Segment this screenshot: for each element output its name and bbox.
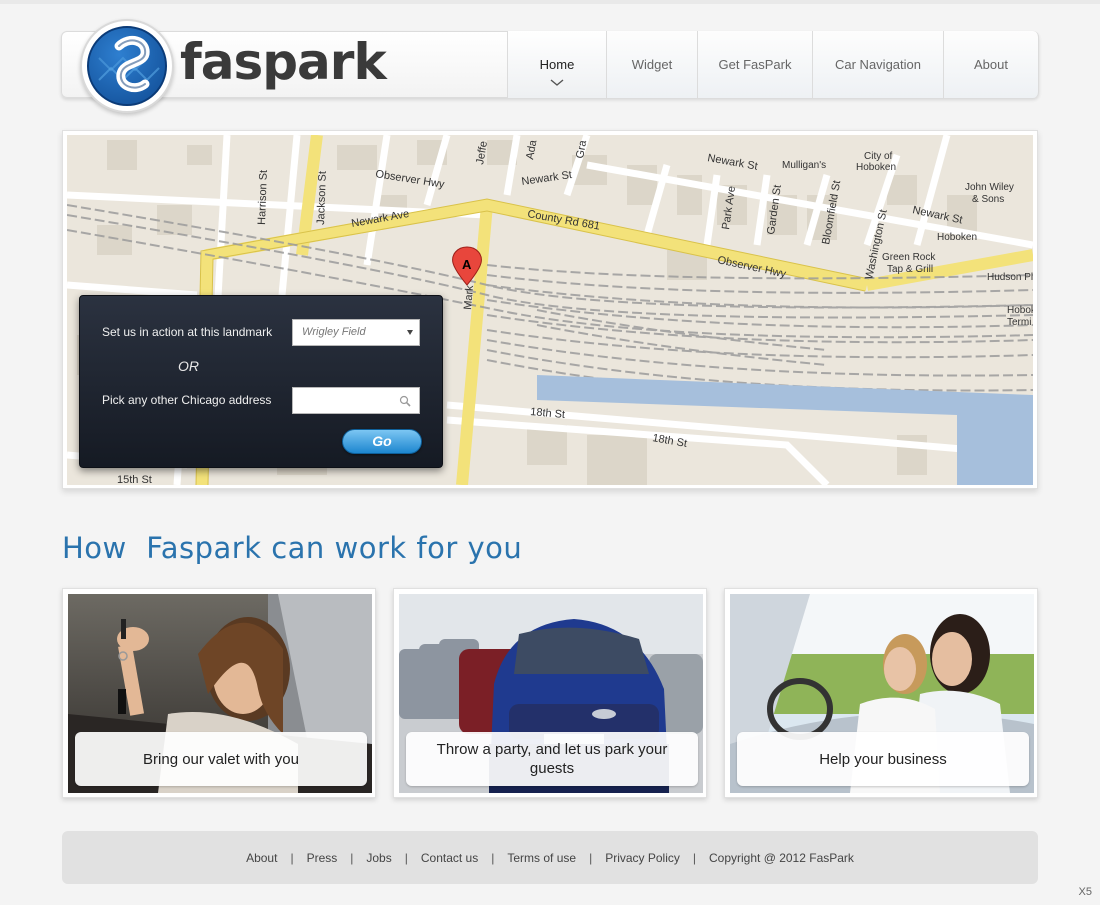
footer-separator: | (692, 850, 696, 865)
footer-separator: | (404, 850, 408, 865)
svg-text:Green Rock: Green Rock (882, 252, 936, 263)
card-valet-caption: Bring our valet with you (75, 732, 367, 786)
nav-car-navigation-label: Car Navigation (835, 57, 921, 72)
nav-get-faspark-label: Get FasPark (718, 57, 792, 72)
card-business-caption: Help your business (737, 732, 1029, 786)
nav-home[interactable]: Home (507, 31, 606, 98)
svg-text:Tap & Grill: Tap & Grill (887, 264, 933, 275)
svg-text:Termi: Termi (1007, 317, 1031, 328)
footer-separator: | (589, 850, 593, 865)
footer-jobs-link[interactable]: Jobs (366, 851, 391, 865)
svg-text:City of: City of (864, 151, 893, 162)
footer-separator: | (290, 850, 294, 865)
footer-contact-link[interactable]: Contact us (421, 851, 478, 865)
faspark-logo[interactable] (80, 19, 174, 113)
card-party[interactable]: Throw a party, and let us park your gues… (393, 588, 707, 798)
go-button[interactable]: Go (342, 429, 422, 454)
address-input[interactable] (292, 387, 420, 414)
footer-terms-link[interactable]: Terms of use (507, 851, 576, 865)
section-title: How Faspark can work for you (62, 531, 523, 565)
nav-car-navigation[interactable]: Car Navigation (812, 31, 943, 98)
footer-about-link[interactable]: About (246, 851, 277, 865)
svg-text:Mark: Mark (462, 284, 476, 310)
footer-copyright: Copyright @ 2012 FasPark (709, 850, 854, 865)
parking-finder-panel: Set us in action at this landmark Wrigle… (79, 295, 443, 468)
footer-privacy-link[interactable]: Privacy Policy (605, 851, 680, 865)
main-nav: Home Widget Get FasPark Car Navigation A… (507, 31, 1039, 98)
nav-widget-label: Widget (631, 57, 673, 72)
svg-text:& Sons: & Sons (972, 194, 1004, 205)
address-label: Pick any other Chicago address (102, 393, 272, 407)
footer-separator: | (350, 850, 354, 865)
logo-emblem-icon (87, 26, 167, 106)
svg-text:Hobok: Hobok (1007, 305, 1033, 316)
nav-home-label: Home (539, 57, 575, 72)
nav-widget[interactable]: Widget (606, 31, 697, 98)
search-icon[interactable] (399, 395, 411, 407)
card-business[interactable]: Help your business (724, 588, 1038, 798)
svg-text:A: A (462, 257, 472, 272)
card-party-caption: Throw a party, and let us park your gues… (406, 732, 698, 786)
svg-text:Jackson St: Jackson St (315, 171, 329, 225)
card-valet[interactable]: Bring our valet with you (62, 588, 376, 798)
svg-text:Harrison St: Harrison St (256, 170, 270, 225)
dropdown-arrow-icon (407, 330, 413, 335)
svg-text:Mulligan's: Mulligan's (782, 160, 826, 171)
nav-about-label: About (974, 57, 1008, 72)
nav-get-faspark[interactable]: Get FasPark (697, 31, 812, 98)
landmark-label: Set us in action at this landmark (102, 325, 273, 339)
brand-wordmark[interactable]: faspark (180, 32, 387, 92)
or-divider: OR (178, 358, 199, 374)
footer-press-link[interactable]: Press (307, 851, 338, 865)
svg-text:John Wiley: John Wiley (965, 182, 1014, 193)
top-strip (0, 0, 1100, 4)
nav-about[interactable]: About (943, 31, 1039, 98)
svg-text:15th St: 15th St (117, 474, 152, 485)
svg-text:Hoboken: Hoboken (937, 232, 977, 243)
footer-separator: | (491, 850, 495, 865)
landmark-select[interactable]: Wrigley Field (292, 319, 420, 346)
footer: About | Press | Jobs | Contact us | Term… (62, 831, 1038, 884)
svg-text:Hudson Pl: Hudson Pl (987, 272, 1033, 283)
corner-badge: X5 (1078, 886, 1092, 898)
landmark-select-value: Wrigley Field (302, 326, 366, 338)
chevron-down-icon (550, 79, 564, 86)
svg-text:Hoboken: Hoboken (856, 162, 896, 173)
